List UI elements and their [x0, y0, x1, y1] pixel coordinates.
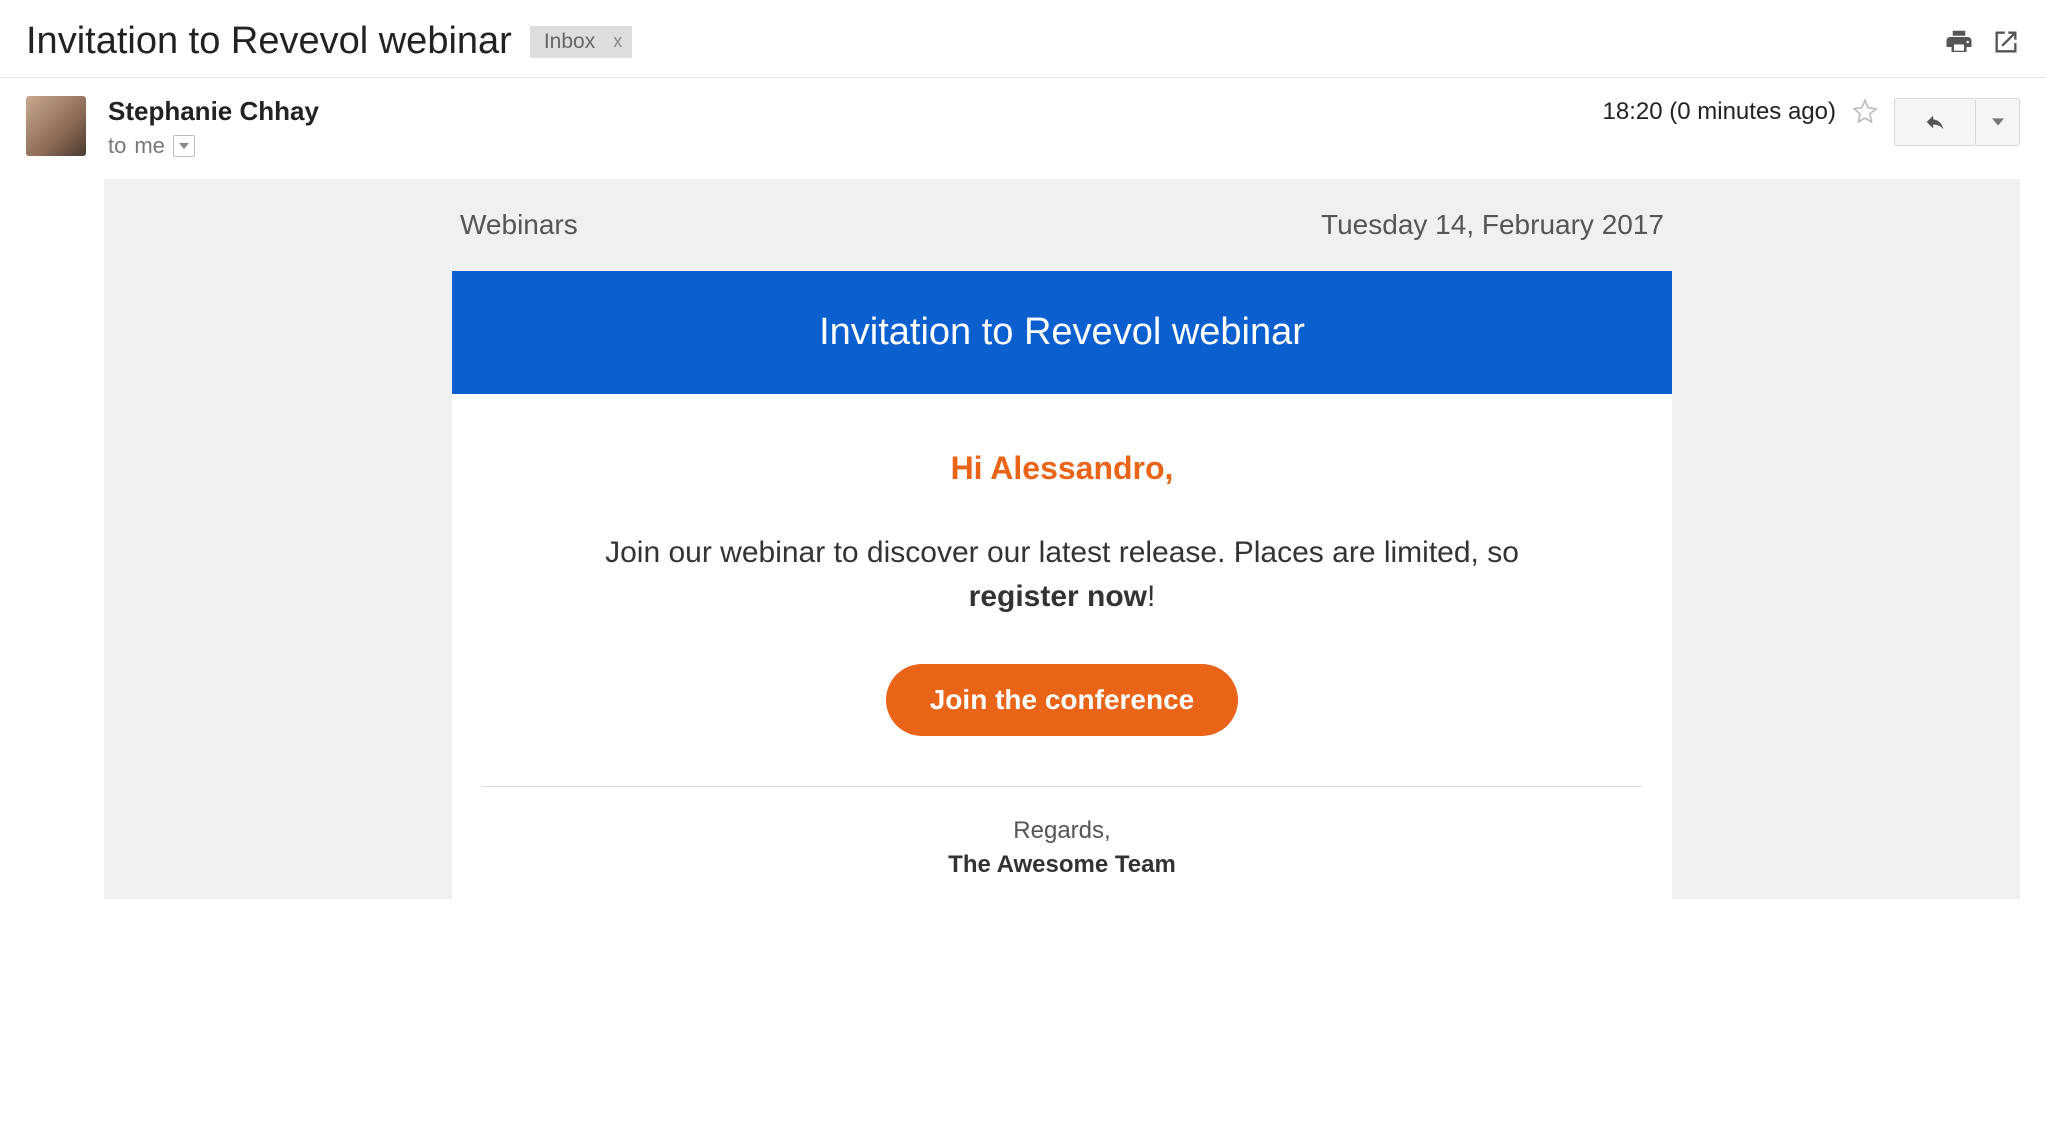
email-date: Tuesday 14, February 2017: [1321, 209, 1664, 241]
recipient-details-dropdown[interactable]: [173, 135, 195, 157]
body-text: Join our webinar to discover our latest …: [582, 531, 1542, 618]
timestamp: 18:20 (0 minutes ago): [1603, 98, 1836, 126]
meta-left: Stephanie Chhay to me: [108, 96, 1581, 159]
top-actions: [1944, 27, 2020, 57]
email-body-inner: Webinars Tuesday 14, February 2017 Invit…: [452, 179, 1672, 899]
sender-avatar[interactable]: [26, 96, 86, 156]
divider: [482, 786, 1642, 787]
join-conference-button[interactable]: Join the conference: [886, 664, 1239, 736]
banner-title: Invitation to Revevol webinar: [819, 311, 1305, 353]
to-line: to me: [108, 133, 1581, 159]
star-icon[interactable]: [1852, 98, 1878, 129]
more-actions-button[interactable]: [1976, 98, 2020, 146]
subject-bar: Invitation to Revevol webinar Inbox x: [0, 0, 2046, 78]
to-prefix: to: [108, 133, 126, 159]
meta-right: 18:20 (0 minutes ago): [1603, 96, 2020, 159]
open-new-window-icon[interactable]: [1992, 28, 2020, 56]
email-subject: Invitation to Revevol webinar: [26, 20, 512, 63]
meta-row: Stephanie Chhay to me 18:20 (0 minutes a…: [0, 78, 2046, 169]
greeting: Hi Alessandro,: [462, 450, 1662, 487]
email-body-container: Webinars Tuesday 14, February 2017 Invit…: [104, 179, 2020, 899]
subject-wrap: Invitation to Revevol webinar Inbox x: [26, 20, 632, 63]
inbox-label-text: Inbox: [544, 30, 595, 54]
email-banner: Invitation to Revevol webinar: [452, 271, 1672, 394]
reply-button[interactable]: [1894, 98, 1976, 146]
regards: Regards,: [462, 817, 1662, 845]
reply-group: [1894, 98, 2020, 146]
email-content-card: Hi Alessandro, Join our webinar to disco…: [452, 394, 1672, 899]
sender-name: Stephanie Chhay: [108, 96, 1581, 127]
inbox-label[interactable]: Inbox x: [530, 26, 632, 58]
body-bold: register now: [969, 580, 1147, 613]
body-lead: Join our webinar to discover our latest …: [605, 536, 1519, 569]
body-tail: !: [1147, 580, 1155, 613]
remove-label-x-icon[interactable]: x: [613, 31, 622, 52]
email-body-header: Webinars Tuesday 14, February 2017: [452, 179, 1672, 271]
print-icon[interactable]: [1944, 27, 1974, 57]
to-recipient: me: [134, 133, 165, 159]
signature-team: The Awesome Team: [462, 851, 1662, 879]
email-category: Webinars: [460, 209, 578, 241]
